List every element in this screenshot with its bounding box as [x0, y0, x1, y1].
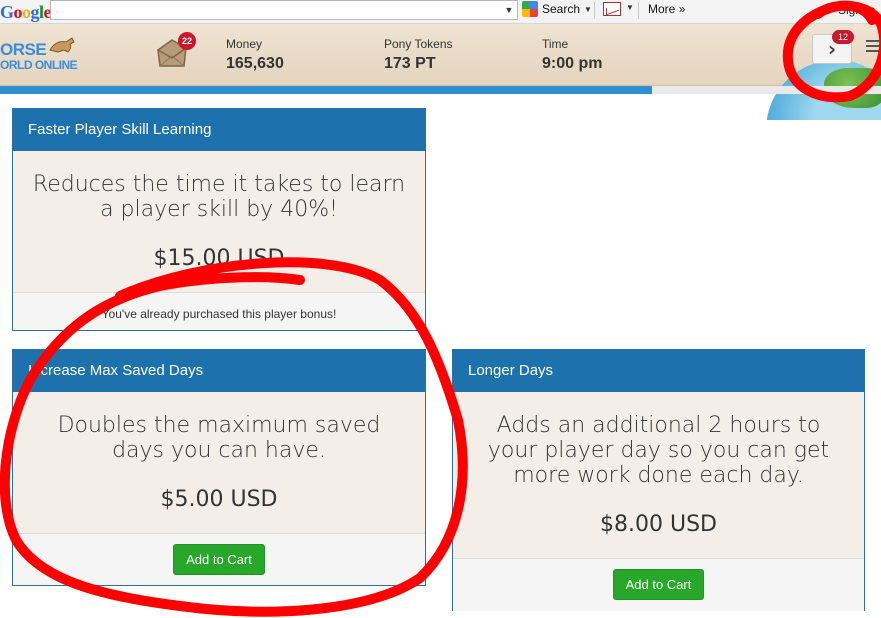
card-price: $8.00 USD [600, 512, 717, 537]
chevron-down-icon[interactable]: ▼ [626, 3, 634, 12]
toolbar-more-button[interactable]: More » [648, 2, 685, 16]
add-to-cart-button[interactable]: Add to Cart [173, 544, 265, 575]
pony-tokens-label: Pony Tokens [384, 37, 453, 51]
bonus-card-increase-max-saved-days: Increase Max Saved Days Doubles the maxi… [12, 349, 426, 586]
card-footer: Add to Cart [13, 533, 425, 585]
toolbar-more-label: More [648, 2, 676, 16]
card-price: $15.00 USD [153, 246, 285, 271]
purchased-note: You've already purchased this player bon… [101, 307, 337, 321]
google-icon [522, 1, 538, 17]
card-title: Longer Days [453, 350, 864, 392]
pony-tokens-value: 173 PT [384, 55, 436, 72]
logo-text-top: ORSE [0, 40, 47, 59]
money-value: 165,630 [226, 55, 284, 72]
day-progress-bar [0, 86, 881, 94]
inbox-count-badge: 22 [178, 32, 196, 50]
google-logo-letter: g [30, 2, 40, 22]
toolbar-search-input[interactable]: ▼ [50, 0, 518, 20]
mail-icon[interactable] [603, 2, 621, 16]
toolbar-search-label: Search [542, 2, 581, 16]
logo-text-bottom: ORLD ONLINE [0, 58, 78, 72]
toolbar-signin-link[interactable]: Sign In [838, 3, 875, 17]
card-price: $5.00 USD [160, 487, 278, 512]
bonus-card-faster-skill-learning: Faster Player Skill Learning Reduces the… [12, 108, 426, 331]
bonus-card-longer-days: Longer Days Adds an additional 2 hours t… [452, 349, 865, 611]
card-body: Adds an additional 2 hours to your playe… [453, 392, 864, 558]
time-label: Time [542, 37, 569, 51]
toolbar-divider [594, 2, 595, 19]
card-description: Reduces the time it takes to learn a pla… [32, 172, 406, 222]
toolbar-search-button[interactable]: Search ▼ [522, 0, 592, 18]
card-body: Doubles the maximum saved days you can h… [13, 392, 425, 533]
card-description: Adds an additional 2 hours to your playe… [487, 413, 830, 488]
google-logo-letter: G [0, 2, 14, 22]
card-footer: Add to Cart [453, 558, 864, 611]
card-description: Doubles the maximum saved days you can h… [57, 413, 381, 463]
game-header: ORSE ORLD ONLINE 22 Money 165,630 Pony T… [0, 24, 881, 120]
chevron-down-icon[interactable]: ▼ [503, 3, 515, 17]
card-body: Reduces the time it takes to learn a pla… [13, 151, 425, 292]
google-logo[interactable]: Google [0, 2, 52, 23]
time-value: 9:00 pm [542, 55, 603, 72]
google-logo-letter: o [13, 2, 23, 22]
hamburger-menu-icon[interactable] [866, 40, 880, 54]
card-footer: You've already purchased this player bon… [13, 292, 425, 330]
toolbar-divider [638, 2, 639, 19]
day-progress-fill [0, 86, 652, 94]
google-toolbar: Google ▼ Search ▼ ▼ More » Sign In [0, 0, 881, 24]
chevron-down-icon: ▼ [584, 4, 592, 14]
double-chevron-right-icon: » [678, 2, 686, 16]
card-title: Increase Max Saved Days [13, 350, 425, 392]
horse-icon [49, 37, 75, 53]
card-title: Faster Player Skill Learning [13, 109, 425, 151]
horse-world-online-logo[interactable]: ORSE ORLD ONLINE [0, 36, 86, 74]
notification-count-badge: 12 [832, 30, 854, 44]
add-to-cart-button[interactable]: Add to Cart [612, 569, 705, 600]
google-logo-letter: o [22, 2, 31, 22]
money-label: Money [226, 37, 263, 51]
